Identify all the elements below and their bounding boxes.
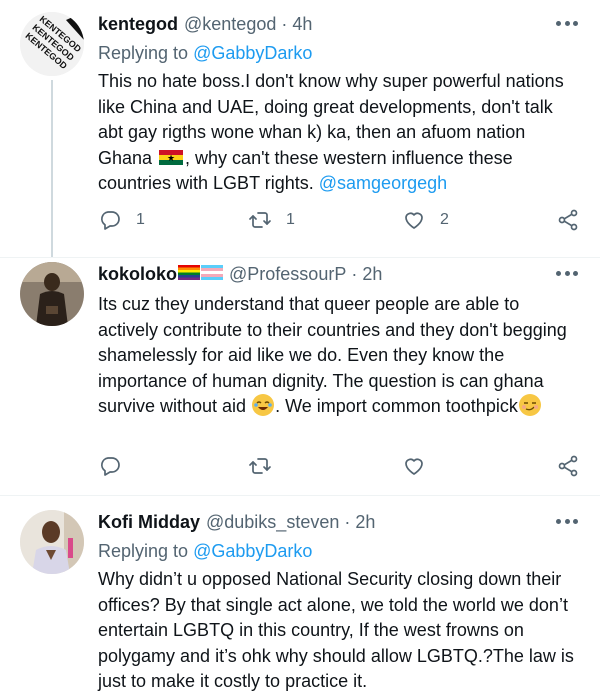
share-button[interactable] [556,208,580,232]
timestamp[interactable]: 4h [292,14,312,35]
reply-count: 1 [136,211,145,228]
share-button[interactable] [556,454,580,478]
retweet-button[interactable] [248,454,272,478]
tweet-kentegod[interactable]: KENTEGOD KENTEGOD KENTEGOD kentegod @ken… [0,0,600,257]
mention-link[interactable]: @samgeorgegh [319,173,447,193]
avatar[interactable] [20,262,84,326]
user-handle[interactable]: @kentegod [184,14,276,35]
display-name[interactable]: kokoloko [98,264,177,285]
retweet-button[interactable]: 1 [248,208,295,232]
tweet-kokoloko[interactable]: kokoloko @ProfessourP · 2h Its cuz they … [0,258,600,495]
tweet-header: Kofi Midday @dubiks_steven · 2h [98,512,582,536]
retweet-icon [249,212,271,228]
replying-to: Replying to @GabbyDarko [98,541,313,561]
rainbow-flag-emoji [178,265,201,280]
more-icon[interactable] [556,268,578,278]
tweet-actions: 1 1 2 [98,208,582,236]
tweet-header: kokoloko @ProfessourP · 2h [98,264,582,288]
reply-button[interactable]: 1 [98,208,145,232]
avatar-photo [20,510,84,574]
mention-link[interactable]: @GabbyDarko [193,43,312,63]
tweet-header: kentegod @kentegod · 4h [98,14,582,38]
retweet-icon [249,458,271,474]
smirking-face-emoji [518,394,541,416]
tweet-text: Why didn’t u opposed National Security c… [98,569,574,691]
tweet-kofi-midday[interactable]: Kofi Midday @dubiks_steven · 2h Replying… [0,496,600,697]
tweet-text: Its cuz they understand that queer peopl… [98,294,567,416]
user-handle[interactable]: @dubiks_steven [206,512,339,533]
heart-icon [405,458,423,475]
more-icon[interactable] [556,516,578,526]
share-icon [558,455,578,477]
share-icon [558,209,578,231]
reply-icon [101,457,120,476]
avatar[interactable]: KENTEGOD KENTEGOD KENTEGOD [20,12,84,76]
reply-icon [101,211,120,230]
tweet-text: This no hate boss.I don't know why super… [98,71,564,193]
separator-dot: · [351,264,358,284]
kentegod-logo-image: KENTEGOD KENTEGOD KENTEGOD [20,12,84,76]
reply-button[interactable] [98,454,122,478]
tweet-actions [98,454,582,482]
ghana-flag-emoji: ★ [159,149,184,166]
user-handle[interactable]: @ProfessourP [229,264,346,285]
retweet-count: 1 [286,211,295,228]
avatar-photo [20,262,84,326]
separator-dot: · [281,14,288,34]
mention-link[interactable]: @GabbyDarko [193,541,312,561]
separator-dot: · [344,512,351,532]
like-count: 2 [440,211,449,228]
timestamp[interactable]: 2h [362,264,382,285]
like-button[interactable] [402,454,426,478]
replying-to: Replying to @GabbyDarko [98,43,313,63]
display-name[interactable]: kentegod [98,14,178,35]
avatar[interactable] [20,510,84,574]
timestamp[interactable]: 2h [355,512,375,533]
display-name[interactable]: Kofi Midday [98,512,200,533]
heart-icon [405,212,423,229]
transgender-flag-emoji [201,265,224,280]
thread-line [51,80,53,257]
rolling-laughing-emoji [252,394,275,416]
like-button[interactable]: 2 [402,208,449,232]
more-icon[interactable] [556,18,578,28]
